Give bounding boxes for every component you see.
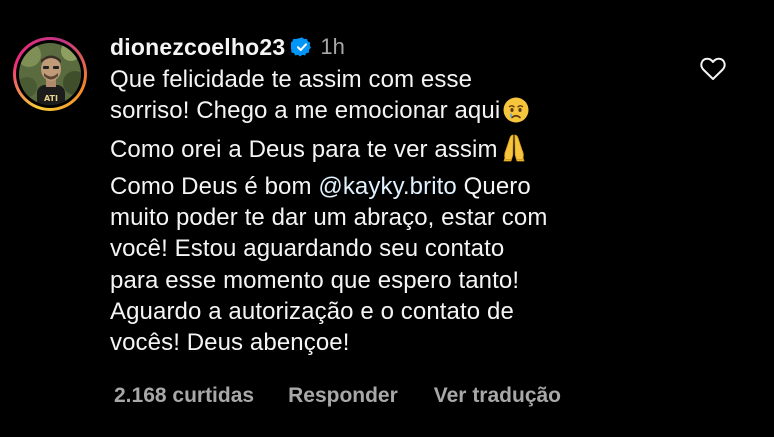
svg-text:ATI: ATI [44,94,58,103]
comment-line-text: Quero [456,172,531,200]
verified-badge-icon [289,36,313,58]
folded-hands-emoji [500,133,528,171]
comment-actions: 2.168 curtidas Responder Ver tradução [114,384,561,408]
comment-line: Que felicidade te assim com esse [110,64,690,95]
comment-timestamp: 1h [320,34,345,59]
see-translation-button[interactable]: Ver tradução [434,384,561,408]
comment-text: Que felicidade te assim com esse sorriso… [110,64,690,359]
comment-line: sorriso! Chego a me emocionar aqui [110,95,690,132]
comment-line: muito poder te dar um abraço, estar com [110,202,690,233]
comment-line-text: sorriso! Chego a me emocionar aqui [110,97,501,125]
comment-line-text: Que felicidade te assim com esse [110,66,473,93]
comment-line: você! Estou aguardando seu contato [110,233,690,264]
comment-line-text: muito poder te dar um abraço, estar com [110,204,548,232]
avatar-ring-gap: ATI [16,40,84,108]
comment-line: Como Deus é bom @kayky.brito Quero [110,171,690,202]
mention-link[interactable]: @kayky.brito [318,173,457,200]
comment-line-text: você! Estou aguardando seu contato [110,235,505,263]
comment-header: dionezcoelho23 1h [110,32,345,62]
comment-line-text: Como orei a Deus para te ver assim [110,135,498,163]
avatar[interactable]: ATI [19,43,81,105]
comment-line-text: para esse momento que espero tanto! [110,266,520,294]
comment-line-text: Aguardo a autorização e o contato de [110,298,514,326]
crying-face-emoji [502,96,530,132]
avatar-story-ring[interactable]: ATI [13,37,87,111]
avatar-photo: ATI [19,43,81,105]
comment-item: ATI dionezcoelho23 1h Que felicidade te … [0,0,774,437]
username-link[interactable]: dionezcoelho23 [110,34,285,61]
comment-line: Aguardo a autorização e o contato de [110,296,690,327]
reply-button[interactable]: Responder [288,384,398,408]
heart-outline-icon[interactable] [700,57,726,81]
comment-line-text: vocês! Deus abençoe! [110,329,350,357]
comment-line: para esse momento que espero tanto! [110,265,690,296]
comment-line-text: Como Deus é bom [110,172,319,200]
comment-line: Como orei a Deus para te ver assim [110,133,690,171]
comment-line: vocês! Deus abençoe! [110,327,690,358]
likes-count[interactable]: 2.168 curtidas [114,384,254,408]
